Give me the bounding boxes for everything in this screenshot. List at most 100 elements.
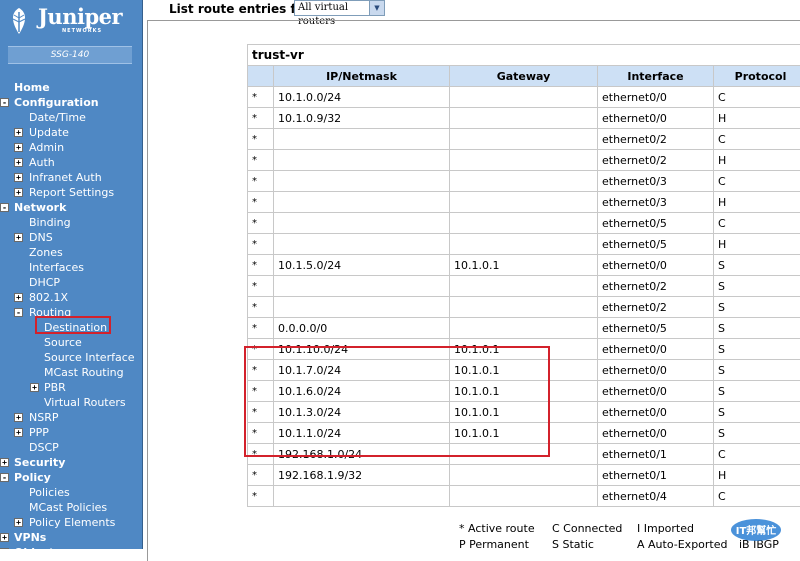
expand-icon[interactable]: +: [14, 188, 23, 197]
cell-ip-netmask: 10.1.0.0/24: [274, 87, 450, 108]
sidebar-item-label: DNS: [29, 230, 53, 245]
table-row: *ethernet0/2C: [248, 129, 800, 150]
sidebar-item-label: PPP: [29, 425, 49, 440]
legend-active: * Active route: [459, 522, 535, 535]
expand-icon[interactable]: +: [14, 428, 23, 437]
sidebar-item-8021x[interactable]: +802.1X: [0, 290, 142, 305]
sidebar-item-objects[interactable]: +Objects: [0, 545, 142, 549]
expand-icon[interactable]: +: [14, 128, 23, 137]
cell-gateway: [450, 171, 598, 192]
chevron-down-icon[interactable]: ▼: [369, 1, 384, 15]
legend-auto-exported: A Auto-Exported: [637, 538, 728, 551]
cell-ip-netmask: 10.1.5.0/24: [274, 255, 450, 276]
sidebar-item-label: Admin: [29, 140, 64, 155]
sidebar-item-ppp[interactable]: + PPP: [0, 425, 142, 440]
expand-icon[interactable]: +: [0, 533, 9, 542]
cell-interface: ethernet0/2: [598, 129, 714, 150]
sidebar-item-virtual-routers[interactable]: Virtual Routers: [0, 395, 142, 410]
sidebar-item-mcast-policies[interactable]: MCast Policies: [0, 500, 142, 515]
sidebar-item-vpns[interactable]: + VPNs: [0, 530, 142, 545]
cell-protocol: C: [714, 444, 800, 465]
sidebar-item-dhcp[interactable]: DHCP: [0, 275, 142, 290]
sidebar-item-dns[interactable]: + DNS: [0, 230, 142, 245]
cell-flag: *: [248, 129, 274, 150]
sidebar-item-interfaces[interactable]: Interfaces: [0, 260, 142, 275]
cell-flag: *: [248, 171, 274, 192]
sidebar-item-infranet-auth[interactable]: +Infranet Auth: [0, 170, 142, 185]
table-row: *ethernet0/5H: [248, 234, 800, 255]
table-row: *0.0.0.0/0ethernet0/5S: [248, 318, 800, 339]
cell-interface: ethernet0/2: [598, 297, 714, 318]
sidebar-item-zones[interactable]: Zones: [0, 245, 142, 260]
cell-protocol: S: [714, 318, 800, 339]
sidebar-item-label: VPNs: [14, 530, 46, 545]
table-title: trust-vr: [248, 45, 800, 66]
juniper-leaf-icon: [4, 6, 34, 36]
collapse-icon[interactable]: -: [0, 203, 9, 212]
cell-ip-netmask: [274, 234, 450, 255]
cell-interface: ethernet0/3: [598, 192, 714, 213]
expand-icon[interactable]: +: [14, 293, 23, 302]
cell-flag: *: [248, 255, 274, 276]
cell-gateway: [450, 129, 598, 150]
sidebar-item-label: Configuration: [14, 95, 99, 110]
sidebar-item-home[interactable]: Home: [0, 80, 142, 95]
sidebar-item-configuration[interactable]: -Configuration: [0, 95, 142, 110]
sidebar-item-network[interactable]: -Network: [0, 200, 142, 215]
sidebar-item-label: Source Interface: [44, 350, 135, 365]
collapse-icon[interactable]: -: [14, 308, 23, 317]
juniper-logo[interactable]: Juniper NETWORKS: [4, 4, 132, 38]
sidebar-item-label: MCast Routing: [44, 365, 124, 380]
sidebar-item-binding[interactable]: Binding: [0, 215, 142, 230]
cell-gateway: [450, 150, 598, 171]
expand-icon[interactable]: +: [14, 143, 23, 152]
sidebar-item-report-settings[interactable]: +Report Settings: [0, 185, 142, 200]
cell-protocol: S: [714, 276, 800, 297]
sidebar-item-pbr[interactable]: +PBR: [0, 380, 142, 395]
cell-flag: *: [248, 486, 274, 507]
sidebar-item-auth[interactable]: +Auth: [0, 155, 142, 170]
cell-ip-netmask: 192.168.1.9/32: [274, 465, 450, 486]
table-row: *10.1.0.9/32ethernet0/0H: [248, 108, 800, 129]
sidebar-item-policy[interactable]: -Policy: [0, 470, 142, 485]
sidebar-item-label: Home: [14, 80, 50, 95]
sidebar-item-security[interactable]: +Security: [0, 455, 142, 470]
sidebar-item-source-interface[interactable]: Source Interface: [0, 350, 142, 365]
sidebar: Juniper NETWORKS SSG-140 Home-Configurat…: [0, 0, 143, 549]
sidebar-item-date-time[interactable]: Date/Time: [0, 110, 142, 125]
virtual-router-select[interactable]: All virtual routers ▼: [294, 0, 385, 16]
sidebar-item-update[interactable]: +Update: [0, 125, 142, 140]
column-header-flag: [248, 66, 274, 87]
cell-flag: *: [248, 192, 274, 213]
cell-protocol: H: [714, 234, 800, 255]
sidebar-item-policy-elements[interactable]: +Policy Elements: [0, 515, 142, 530]
collapse-icon[interactable]: -: [0, 98, 9, 107]
cell-interface: ethernet0/0: [598, 255, 714, 276]
expand-icon[interactable]: +: [14, 413, 23, 422]
expand-icon[interactable]: +: [14, 158, 23, 167]
sidebar-item-nsrp[interactable]: +NSRP: [0, 410, 142, 425]
cell-gateway: [450, 276, 598, 297]
cell-interface: ethernet0/2: [598, 276, 714, 297]
cell-ip-netmask: [274, 213, 450, 234]
expand-icon[interactable]: +: [14, 173, 23, 182]
sidebar-item-mcast-routing[interactable]: MCast Routing: [0, 365, 142, 380]
sidebar-item-label: DHCP: [29, 275, 60, 290]
expand-icon[interactable]: +: [14, 233, 23, 242]
sidebar-item-dscp[interactable]: DSCP: [0, 440, 142, 455]
expand-icon[interactable]: +: [0, 458, 9, 467]
sidebar-item-label: Source: [44, 335, 82, 350]
cell-flag: *: [248, 276, 274, 297]
cell-interface: ethernet0/0: [598, 402, 714, 423]
cell-flag: *: [248, 297, 274, 318]
expand-icon[interactable]: +: [30, 383, 39, 392]
sidebar-item-policies[interactable]: Policies: [0, 485, 142, 500]
sidebar-item-admin[interactable]: + Admin: [0, 140, 142, 155]
cell-interface: ethernet0/0: [598, 381, 714, 402]
cell-interface: ethernet0/5: [598, 234, 714, 255]
sidebar-item-source[interactable]: Source: [0, 335, 142, 350]
legend-connected: C Connected: [552, 522, 622, 535]
destination-highlight-box: [35, 316, 111, 334]
collapse-icon[interactable]: -: [0, 473, 9, 482]
expand-icon[interactable]: +: [14, 518, 23, 527]
